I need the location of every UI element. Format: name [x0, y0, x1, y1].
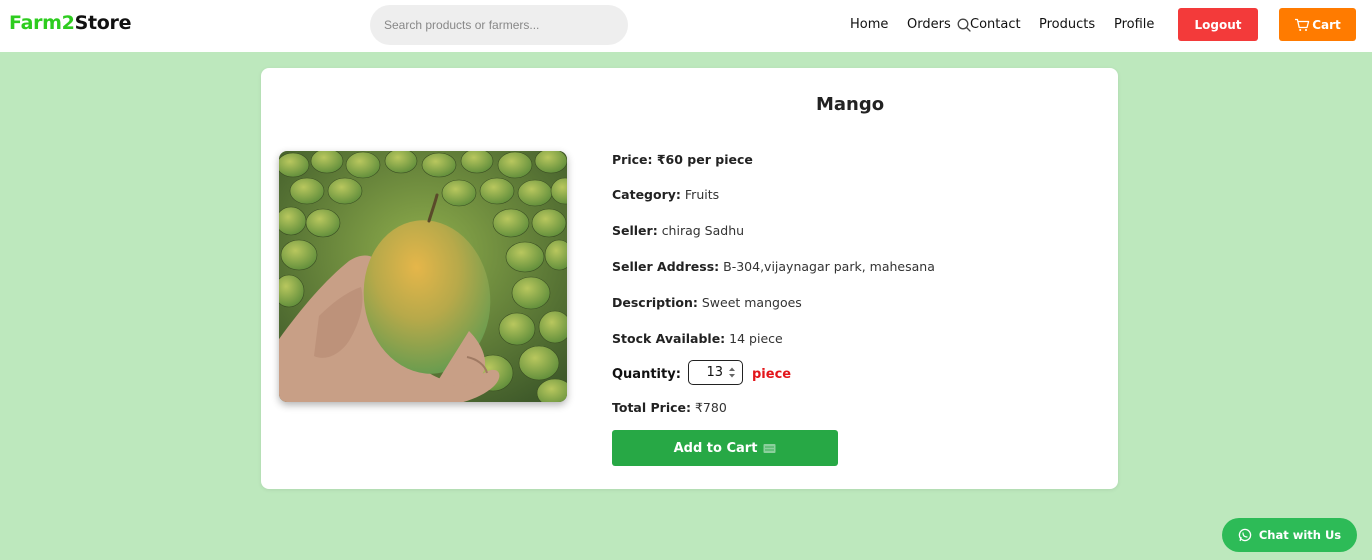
quantity-stepper[interactable]	[688, 360, 743, 385]
logout-label: Logout	[1194, 17, 1242, 32]
quantity-unit: piece	[752, 367, 792, 382]
seller-value: chirag Sadhu	[661, 223, 745, 238]
product-image	[279, 151, 567, 402]
cart-button[interactable]: Cart	[1279, 8, 1356, 41]
logo-part-farm2: Farm2	[9, 12, 75, 34]
top-navbar: Farm2Store Home Orders Contact Products …	[0, 0, 1372, 52]
category-row: Category: Fruits	[612, 187, 719, 202]
spinner-arrows-icon[interactable]	[727, 365, 737, 380]
total-price-row: Total Price: ₹780	[612, 400, 727, 415]
add-to-cart-label: Add to Cart	[673, 440, 758, 456]
chat-button[interactable]: Chat with Us	[1222, 518, 1357, 552]
price-value: ₹60 per piece	[656, 152, 753, 167]
search-input[interactable]	[384, 16, 574, 34]
quantity-input[interactable]	[693, 364, 723, 381]
stock-row: Stock Available: 14 piece	[612, 331, 783, 346]
nav-contact[interactable]: Contact	[970, 17, 1021, 32]
nav-profile[interactable]: Profile	[1114, 17, 1154, 32]
description-label: Description:	[612, 295, 698, 310]
nav-home[interactable]: Home	[850, 17, 888, 32]
nav-products[interactable]: Products	[1039, 17, 1095, 32]
logo[interactable]: Farm2Store	[9, 12, 131, 34]
cart-box-icon	[763, 443, 776, 453]
logo-part-store: Store	[74, 12, 132, 34]
chat-label: Chat with Us	[1258, 528, 1342, 542]
quantity-label: Quantity:	[612, 367, 681, 382]
total-price-value: ₹780	[694, 400, 727, 415]
stock-value: 14 piece	[729, 331, 783, 346]
stock-label: Stock Available:	[612, 331, 726, 346]
seller-row: Seller: chirag Sadhu	[612, 223, 744, 238]
seller-label: Seller:	[612, 223, 658, 238]
seller-address-value: B-304,vijaynagar park, mahesana	[723, 259, 935, 274]
product-card: Mango Price: ₹60 per piece Category: Fru…	[261, 68, 1118, 489]
search-bar	[370, 5, 971, 45]
add-to-cart-button[interactable]: Add to Cart	[612, 430, 838, 466]
price-row: Price: ₹60 per piece	[612, 152, 753, 167]
seller-address-row: Seller Address: B-304,vijaynagar park, m…	[612, 259, 935, 274]
total-price-label: Total Price:	[612, 400, 691, 415]
whatsapp-icon	[1238, 528, 1252, 542]
nav-orders[interactable]: Orders	[907, 17, 951, 32]
logout-button[interactable]: Logout	[1178, 8, 1258, 41]
description-value: Sweet mangoes	[701, 295, 802, 310]
category-value: Fruits	[684, 187, 720, 202]
cart-label: Cart	[1312, 17, 1341, 32]
category-label: Category:	[612, 187, 681, 202]
product-name: Mango	[816, 94, 885, 115]
description-row: Description: Sweet mangoes	[612, 295, 802, 310]
cart-icon	[1295, 18, 1310, 31]
price-label: Price:	[612, 152, 653, 167]
seller-address-label: Seller Address:	[612, 259, 720, 274]
